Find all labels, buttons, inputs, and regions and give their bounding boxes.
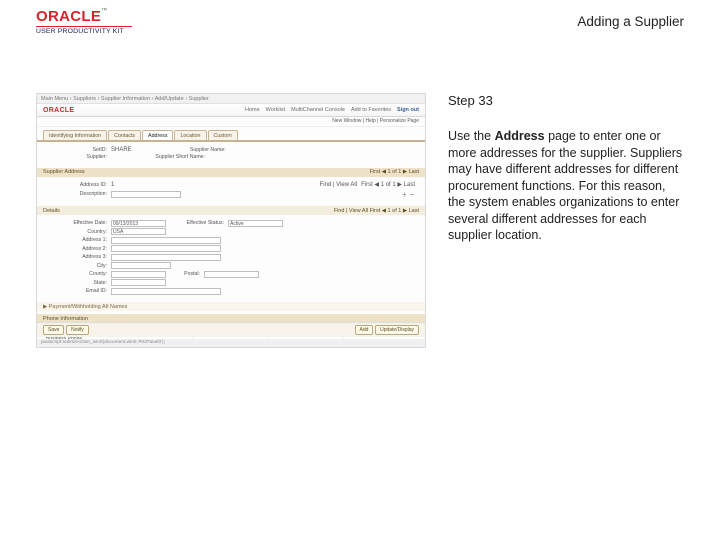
brand-divider xyxy=(36,26,132,27)
instruction-bold: Address xyxy=(495,129,545,143)
nav-worklist[interactable]: Worklist xyxy=(266,107,285,113)
section-supplier-address: Supplier Address First ◀ 1 of 1 ▶ Last xyxy=(37,168,425,177)
label-suppliername: Supplier Name: xyxy=(136,147,226,153)
label-postal: Postal: xyxy=(170,271,200,277)
input-country[interactable]: USA xyxy=(111,228,166,235)
input-addr3[interactable] xyxy=(111,254,221,261)
label-addr2: Address 2: xyxy=(47,246,107,252)
label-addressid: Address ID: xyxy=(47,182,107,188)
section-title: Supplier Address xyxy=(43,169,85,175)
brand-subtitle: USER PRODUCTIVITY KIT xyxy=(36,28,132,35)
trademark: ™ xyxy=(101,8,107,14)
input-description[interactable] xyxy=(111,191,181,198)
nav-mcm[interactable]: MultiChannel Console xyxy=(291,107,345,113)
nav-signout[interactable]: Sign out xyxy=(397,107,419,113)
tab-contacts[interactable]: Contacts xyxy=(108,130,141,140)
input-city[interactable] xyxy=(111,262,171,269)
row-counter: First ◀ 1 of 1 ▶ Last xyxy=(361,181,415,188)
step-heading: Step 33 xyxy=(448,93,684,108)
page-title: Adding a Supplier xyxy=(577,14,684,29)
save-button[interactable]: Save xyxy=(43,325,64,335)
brand-logo: ORACLE xyxy=(36,8,101,25)
add-button[interactable]: Add xyxy=(355,325,374,335)
breadcrumb: Main Menu › Suppliers › Supplier Informa… xyxy=(37,94,425,104)
tabs: Identifying Information Contacts Address… xyxy=(37,127,425,142)
addremove-icons[interactable]: ＋ － xyxy=(401,190,415,199)
label-shortname: Supplier Short Name: xyxy=(115,154,205,160)
value-addressid: 1 xyxy=(111,182,114,188)
select-status[interactable]: Active xyxy=(228,220,283,227)
statusbar: javascript:submitAction_win0(document.wi… xyxy=(37,339,425,347)
label-city: City: xyxy=(47,263,107,269)
override-title: Payment/Withholding Alt Names xyxy=(49,304,128,310)
label-state: State: xyxy=(47,280,107,286)
input-effdate[interactable]: 09/13/2013 xyxy=(111,220,166,227)
input-addr2[interactable] xyxy=(111,245,221,252)
label-country: Country: xyxy=(47,229,107,235)
tab-location[interactable]: Location xyxy=(174,130,206,140)
section-details: Details Find | View All First ◀ 1 of 1 ▶… xyxy=(37,206,425,215)
update-button[interactable]: Update/Display xyxy=(375,325,419,335)
label-status: Effective Status: xyxy=(170,220,224,226)
label-addr3: Address 3: xyxy=(47,254,107,260)
label-supplier: Supplier: xyxy=(47,154,107,160)
app-nav: Home Worklist MultiChannel Console Add t… xyxy=(245,107,419,113)
section-override[interactable]: ▶ Payment/Withholding Alt Names xyxy=(37,302,425,311)
user-links: New Window | Help | Personalize Page xyxy=(37,117,425,127)
instruction-pre: Use the xyxy=(448,129,495,143)
instruction-post: page to enter one or more addresses for … xyxy=(448,129,682,242)
input-email[interactable] xyxy=(111,288,221,295)
input-addr1[interactable] xyxy=(111,237,221,244)
details-nav[interactable]: Find | View All First ◀ 1 of 1 ▶ Last xyxy=(334,208,419,214)
app-logo: ORACLE xyxy=(43,107,74,114)
input-state[interactable] xyxy=(111,279,166,286)
label-description: Description: xyxy=(47,191,107,197)
value-setid: SHARE xyxy=(111,147,132,153)
nav-addfav[interactable]: Add to Favorites xyxy=(351,107,391,113)
bottom-toolbar: Save Notify Add Update/Display xyxy=(37,322,425,337)
input-postal[interactable] xyxy=(204,271,259,278)
brand-block: ORACLE™ USER PRODUCTIVITY KIT xyxy=(36,8,132,35)
instruction-text: Use the Address page to enter one or mor… xyxy=(448,128,684,244)
label-setid: SetID: xyxy=(47,147,107,153)
section-nav[interactable]: First ◀ 1 of 1 ▶ Last xyxy=(370,169,419,175)
find-view[interactable]: Find | View All xyxy=(320,182,357,188)
instruction-panel: Step 33 Use the Address page to enter on… xyxy=(448,93,684,348)
notify-button[interactable]: Notify xyxy=(66,325,89,335)
nav-home[interactable]: Home xyxy=(245,107,260,113)
label-email: Email ID: xyxy=(47,288,107,294)
label-county: County: xyxy=(47,271,107,277)
label-effdate: Effective Date: xyxy=(47,220,107,226)
input-county[interactable] xyxy=(111,271,166,278)
tab-address[interactable]: Address xyxy=(142,130,173,140)
tab-custom[interactable]: Custom xyxy=(208,130,238,140)
tab-identifying[interactable]: Identifying Information xyxy=(43,130,107,140)
label-addr1: Address 1: xyxy=(47,237,107,243)
embedded-app-screenshot: Main Menu › Suppliers › Supplier Informa… xyxy=(36,93,426,348)
